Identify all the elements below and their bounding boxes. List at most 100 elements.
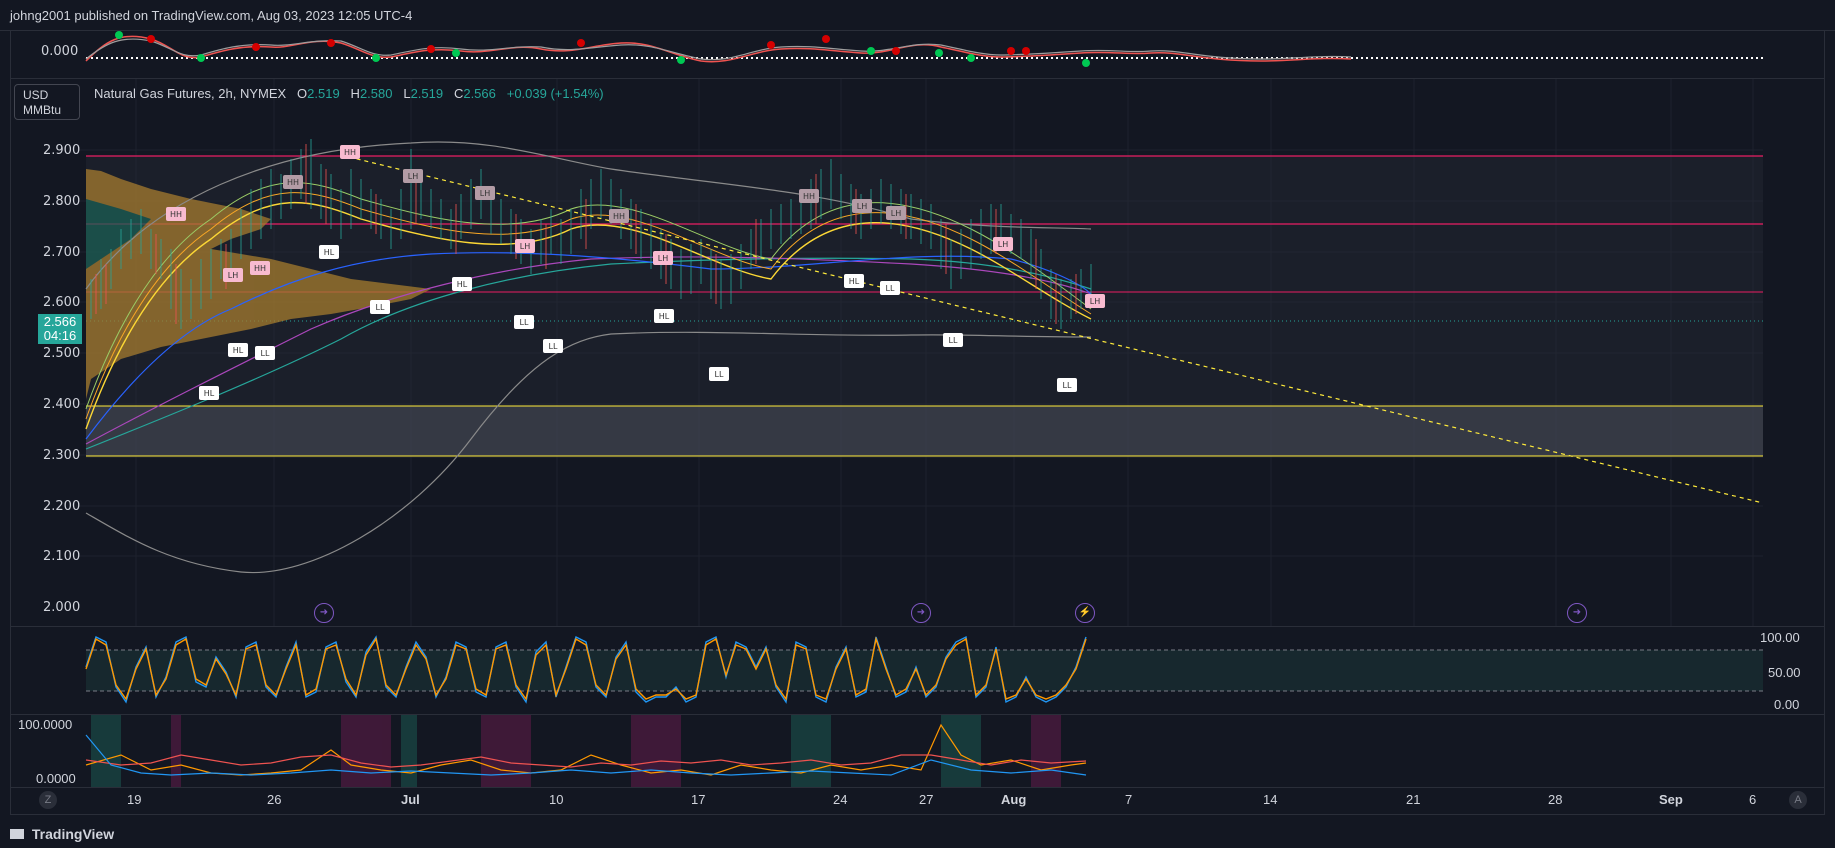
svg-text:LH: LH xyxy=(891,209,901,218)
svg-text:HL: HL xyxy=(204,389,215,398)
pivot-ll: LL xyxy=(880,281,900,295)
z-button[interactable]: Z xyxy=(39,791,57,809)
pivot-hl: HL xyxy=(199,386,219,400)
osc-dots xyxy=(115,31,1090,67)
stoch-axis-100: 100.00 xyxy=(1760,630,1800,645)
svg-text:HL: HL xyxy=(324,248,335,257)
top-oscillator-chart: 0.000 xyxy=(41,31,1763,67)
svg-text:HL: HL xyxy=(849,277,860,286)
close-value: 2.566 xyxy=(463,86,496,101)
indicator-pane[interactable] xyxy=(10,714,1825,788)
svg-text:LH: LH xyxy=(1090,297,1100,306)
indicator-bg-bars xyxy=(91,715,1061,787)
pivot-lh: LH xyxy=(653,251,673,265)
stoch-axis-50: 50.00 xyxy=(1768,665,1801,680)
pivot-ll: LL xyxy=(943,333,963,347)
pivot-lh: LH xyxy=(1085,294,1105,308)
price-chart-pane[interactable]: HH LH HH HH HH LH LH LH HH LH HH LH LH L… xyxy=(10,78,1825,628)
pivot-hl: HL xyxy=(844,274,864,288)
time-label: 26 xyxy=(267,792,282,807)
time-label: Jul xyxy=(401,792,420,807)
open-label: O xyxy=(297,86,308,101)
brand-name: TradingView xyxy=(31,826,115,842)
pivot-lh: LH xyxy=(886,206,906,220)
low-label: L xyxy=(403,86,411,101)
svg-text:LH: LH xyxy=(857,202,867,211)
pivot-hl: HL xyxy=(319,245,339,259)
osc-zero-label: 0.000 xyxy=(41,44,78,59)
svg-text:HL: HL xyxy=(233,346,244,355)
pivot-hh: HH xyxy=(283,175,303,189)
time-label: 10 xyxy=(549,792,564,807)
footer: TradingView xyxy=(0,820,1835,848)
svg-text:HH: HH xyxy=(803,192,815,201)
svg-text:LL: LL xyxy=(715,370,724,379)
pivot-ll: LL xyxy=(514,315,534,329)
svg-text:2.100: 2.100 xyxy=(43,549,80,564)
forward-arrow-icon[interactable]: ➜ xyxy=(1567,603,1587,623)
svg-text:LL: LL xyxy=(520,318,529,327)
pivot-hh: HH xyxy=(799,189,819,203)
svg-text:HL: HL xyxy=(659,312,670,321)
svg-text:2.200: 2.200 xyxy=(43,499,80,514)
high-label: H xyxy=(350,86,360,101)
symbol-title: Natural Gas Futures, 2h, NYMEX xyxy=(94,86,287,101)
a-button[interactable]: A xyxy=(1789,791,1807,809)
time-label: 24 xyxy=(833,792,848,807)
stoch-axis-0: 0.00 xyxy=(1774,697,1800,712)
indicator-chart xyxy=(85,715,1087,787)
top-oscillator-pane[interactable]: 0.000 xyxy=(10,30,1825,80)
svg-text:LL: LL xyxy=(376,303,385,312)
pivot-ll: LL xyxy=(709,367,729,381)
last-price: 2.566 xyxy=(43,314,77,329)
svg-text:2.300: 2.300 xyxy=(43,448,80,463)
time-label: 17 xyxy=(691,792,706,807)
svg-text:LH: LH xyxy=(520,242,530,251)
pivot-ll: LL xyxy=(370,300,390,314)
price-axis: 2.900 2.800 2.700 2.600 2.500 2.400 2.30… xyxy=(43,143,80,615)
svg-text:2.500: 2.500 xyxy=(43,346,80,361)
time-label: Aug xyxy=(1001,792,1027,807)
svg-text:LL: LL xyxy=(886,284,895,293)
stochastic-pane[interactable] xyxy=(10,626,1825,716)
open-value: 2.519 xyxy=(307,86,340,101)
svg-text:LH: LH xyxy=(658,254,668,263)
pivot-hh: HH xyxy=(250,261,270,275)
ind2-axis-0: 0.0000 xyxy=(36,771,76,786)
time-label: 6 xyxy=(1749,792,1757,807)
svg-text:2.900: 2.900 xyxy=(43,143,80,158)
pivot-lh: LH xyxy=(515,239,535,253)
pivot-hl: HL xyxy=(452,277,472,291)
pivot-ll: LL xyxy=(255,346,275,360)
svg-text:2.000: 2.000 xyxy=(43,600,80,615)
time-label: 27 xyxy=(919,792,934,807)
forward-arrow-icon[interactable]: ➜ xyxy=(314,603,334,623)
svg-text:HH: HH xyxy=(254,264,266,273)
pivot-hh: HH xyxy=(166,207,186,221)
high-value: 2.580 xyxy=(359,86,393,101)
low-value: 2.519 xyxy=(410,86,444,101)
forward-arrow-icon[interactable]: ➜ xyxy=(911,603,931,623)
svg-text:2.700: 2.700 xyxy=(43,245,80,260)
svg-text:LH: LH xyxy=(480,189,490,198)
time-label: 14 xyxy=(1263,792,1278,807)
time-label: Sep xyxy=(1659,792,1683,807)
svg-text:LL: LL xyxy=(549,342,558,351)
unit-currency: USD xyxy=(23,88,49,102)
time-axis[interactable]: Z 19 26 Jul 10 17 24 27 Aug 7 14 21 28 S… xyxy=(10,786,1825,815)
svg-text:HH: HH xyxy=(613,212,625,221)
time-label: 28 xyxy=(1548,792,1563,807)
lightning-icon[interactable]: ⚡ xyxy=(1075,603,1095,623)
brand[interactable]: TradingView xyxy=(10,826,114,842)
svg-text:2.600: 2.600 xyxy=(43,295,80,310)
time-label: 7 xyxy=(1125,792,1133,807)
publisher-bar: johng2001 published on TradingView.com, … xyxy=(0,0,1835,31)
publisher-text: johng2001 published on TradingView.com, … xyxy=(10,8,413,23)
unit-measure: MMBtu xyxy=(23,103,62,117)
svg-text:LH: LH xyxy=(998,240,1008,249)
pivot-hl: HL xyxy=(228,343,248,357)
svg-text:LH: LH xyxy=(408,172,418,181)
pivot-lh: LH xyxy=(475,186,495,200)
unit-selector[interactable]: USD MMBtu xyxy=(14,84,80,120)
time-label: 19 xyxy=(127,792,142,807)
